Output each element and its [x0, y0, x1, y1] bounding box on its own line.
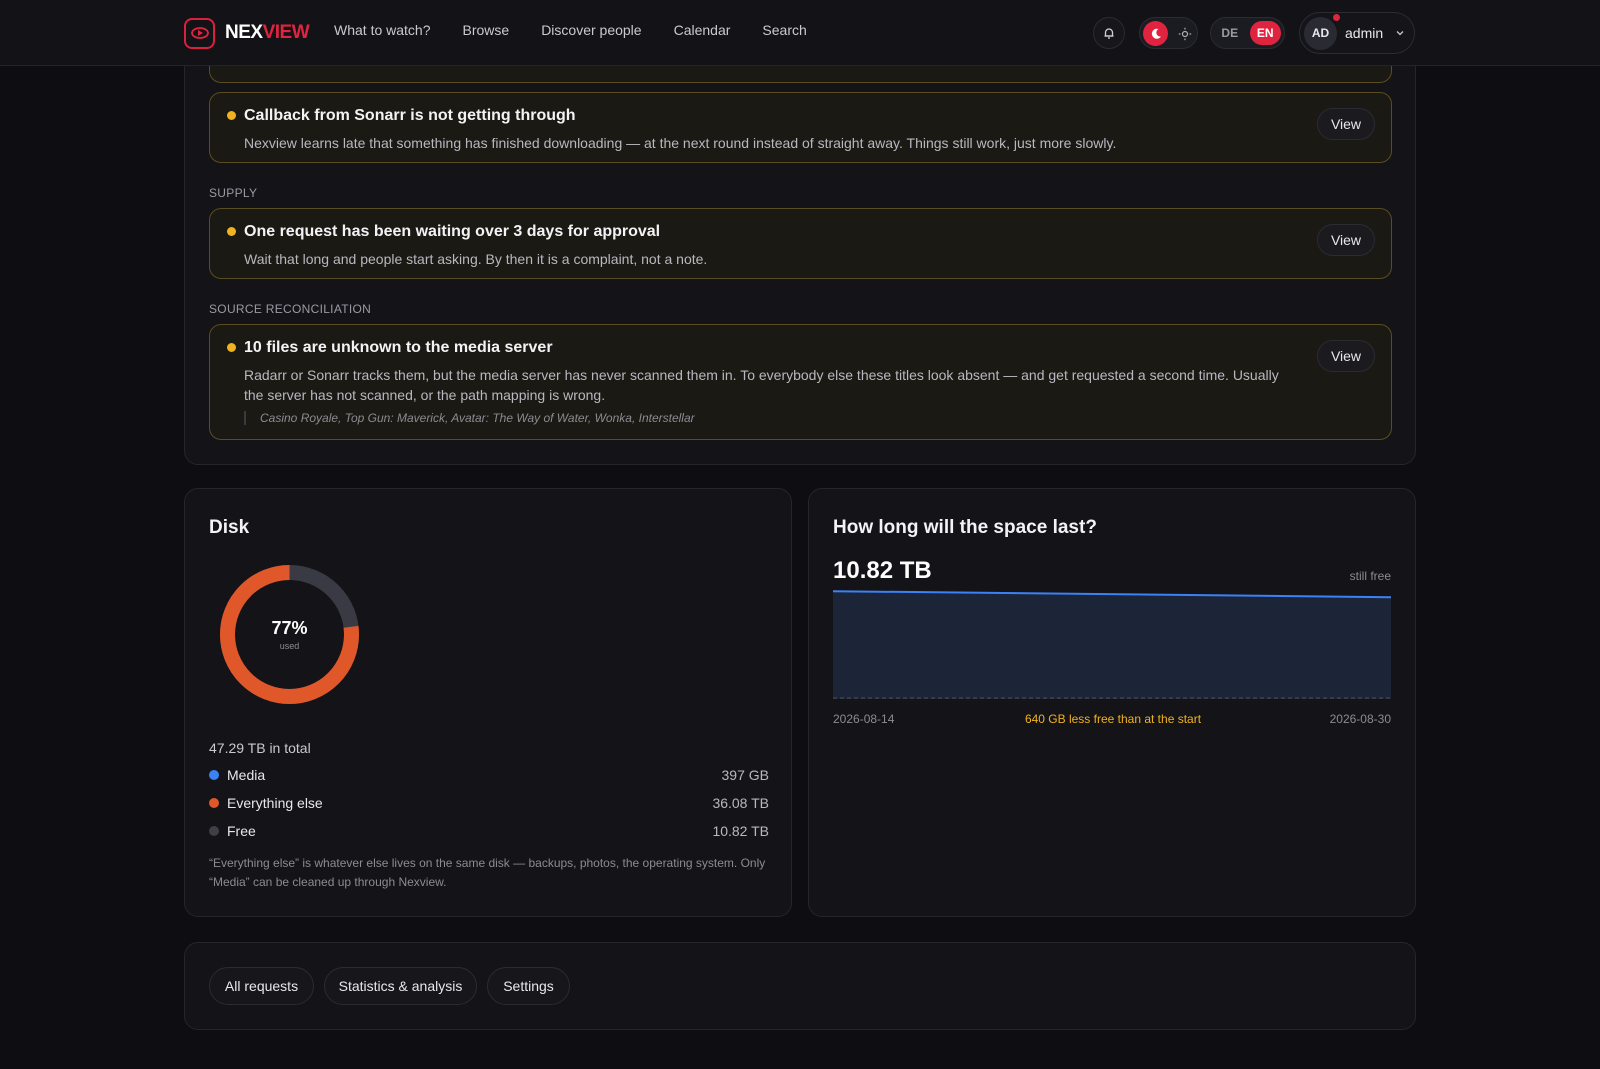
space-forecast-card: How long will the space last? 10.82 TB s…: [808, 488, 1416, 917]
view-button[interactable]: View: [1317, 340, 1375, 372]
top-navigation-bar: NEXVIEW What to watch? Browse Discover p…: [0, 0, 1600, 66]
alert-description: Nexview learns late that something has f…: [244, 135, 1117, 151]
view-button[interactable]: View: [1317, 108, 1375, 140]
brand-name-part2: VIEW: [262, 22, 310, 43]
alert-callback: Callback from Sonarr is not getting thro…: [209, 92, 1392, 163]
user-menu[interactable]: AD admin: [1299, 12, 1415, 54]
alert-description: Radarr or Sonarr tracks them, but the me…: [244, 367, 1279, 403]
language-de[interactable]: DE: [1214, 21, 1246, 45]
language-en[interactable]: EN: [1249, 21, 1281, 45]
nav-browse[interactable]: Browse: [463, 22, 510, 38]
alert-description: Wait that long and people start asking. …: [244, 251, 708, 267]
warning-dot-icon: [227, 343, 236, 352]
alert-title: Callback from Sonarr is not getting thro…: [244, 107, 576, 124]
donut-used-label: used: [279, 641, 300, 651]
section-label-supply: SUPPLY: [209, 186, 258, 200]
legend-label: Everything else: [227, 795, 323, 811]
view-button[interactable]: View: [1317, 224, 1375, 256]
brand-name-part1: NEX: [225, 22, 263, 43]
legend-dot: [209, 798, 219, 808]
legend-value: 36.08 TB: [712, 795, 769, 811]
legend-dot: [209, 826, 219, 836]
avatar: AD: [1304, 12, 1341, 50]
nav-what-to-watch[interactable]: What to watch?: [334, 22, 431, 38]
brand-name: NEXVIEW: [225, 22, 310, 44]
nav-calendar[interactable]: Calendar: [674, 22, 731, 38]
moon-icon: [1151, 28, 1161, 39]
chevron-down-icon: [1396, 31, 1404, 36]
warning-dot-icon: [227, 111, 236, 120]
free-space-value: 10.82 TB: [833, 557, 932, 584]
language-switcher: DE EN: [1210, 17, 1285, 49]
bell-icon: [1104, 28, 1114, 39]
notification-dot: [1332, 12, 1341, 22]
legend-dot: [209, 770, 219, 780]
theme-toggle[interactable]: [1139, 17, 1198, 49]
main-nav: What to watch? Browse Discover people Ca…: [334, 22, 807, 38]
dark-mode-button[interactable]: [1143, 21, 1168, 46]
disk-title: Disk: [209, 517, 250, 538]
alert-items-list: Casino Royale, Top Gun: Maverick, Avatar…: [244, 411, 695, 425]
nav-discover-people[interactable]: Discover people: [541, 22, 641, 38]
section-label-source-reconciliation: SOURCE RECONCILIATION: [209, 302, 372, 316]
light-mode-button[interactable]: [1172, 21, 1197, 46]
space-title: How long will the space last?: [833, 517, 1097, 538]
sun-icon: [1178, 27, 1191, 40]
legend-value: 10.82 TB: [712, 823, 769, 839]
donut-center: 77% used: [219, 564, 360, 705]
free-space-caption: still free: [1349, 569, 1391, 583]
eye-logo-icon: [184, 17, 215, 49]
disk-card: Disk 77% used 47.29 TB in total Media 39…: [184, 488, 792, 917]
notifications-button[interactable]: [1093, 17, 1125, 49]
area-fill: [833, 591, 1391, 699]
avatar-initials: AD: [1311, 26, 1330, 40]
warning-dot-icon: [227, 227, 236, 236]
free-space-area-chart: [833, 590, 1391, 699]
x-axis-end-label: 2026-08-30: [1329, 712, 1391, 726]
brand[interactable]: NEXVIEW: [184, 17, 310, 49]
legend-label: Media: [227, 767, 266, 783]
legend-label: Free: [227, 823, 256, 839]
alert-supply: One request has been waiting over 3 days…: [209, 208, 1392, 279]
legend-everything-else: Everything else 36.08 TB: [209, 793, 769, 813]
settings-button[interactable]: Settings: [487, 967, 570, 1005]
disk-total: 47.29 TB in total: [209, 740, 311, 756]
alert-title: One request has been waiting over 3 days…: [244, 223, 661, 240]
delta-note: 640 GB less free than at the start: [1024, 712, 1202, 726]
all-requests-button[interactable]: All requests: [209, 967, 314, 1005]
alerts-card: Callback from Sonarr is not getting thro…: [184, 30, 1416, 465]
disk-note: “Everything else” is whatever else lives…: [209, 856, 766, 889]
alert-title: 10 files are unknown to the media server: [244, 339, 553, 356]
alert-source-reconciliation: 10 files are unknown to the media server…: [209, 324, 1392, 440]
user-name: admin: [1345, 25, 1384, 41]
quick-actions-card: All requests Statistics & analysis Setti…: [184, 942, 1416, 1030]
donut-percent: 77%: [271, 618, 308, 638]
legend-media: Media 397 GB: [209, 765, 769, 785]
legend-value: 397 GB: [721, 767, 769, 783]
legend-free: Free 10.82 TB: [209, 821, 769, 841]
statistics-analysis-button[interactable]: Statistics & analysis: [324, 967, 477, 1005]
nav-search[interactable]: Search: [762, 22, 806, 38]
